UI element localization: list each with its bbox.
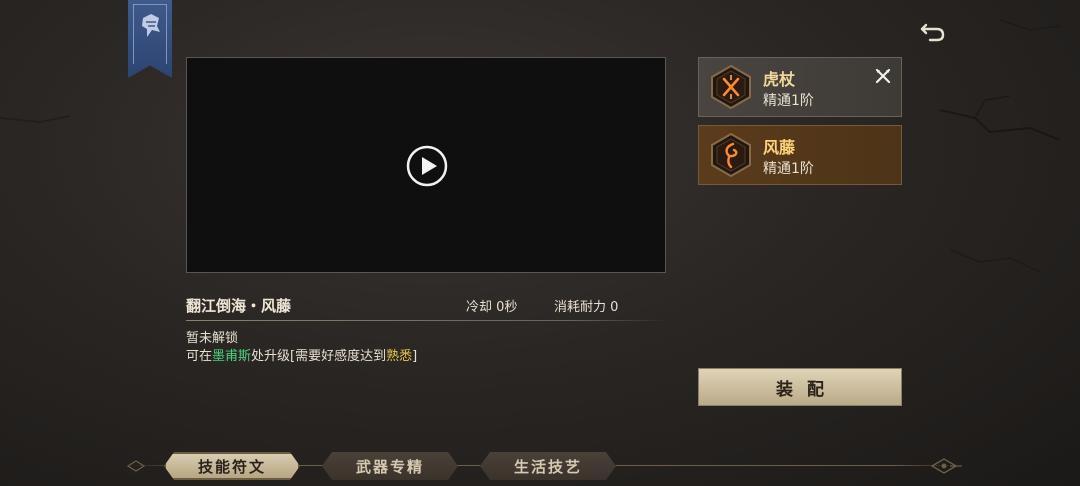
skill-divider bbox=[186, 320, 668, 321]
skill-cooldown: 冷却 0秒 bbox=[466, 300, 518, 315]
spiral-rune-icon bbox=[711, 133, 751, 177]
tab-life-skills[interactable]: 生活技艺 bbox=[480, 452, 616, 480]
weapon-name: 虎杖 bbox=[763, 70, 796, 89]
unlock-suffix: ] bbox=[412, 349, 418, 364]
weapon-card-fengteng[interactable]: 风藤 精通1阶 bbox=[698, 125, 902, 185]
equip-button-label: 装配 bbox=[776, 379, 838, 400]
skill-unlock-condition: 可在墨甫斯处升级[需要好感度达到熟悉] bbox=[186, 345, 417, 364]
weapon-mastery: 精通1阶 bbox=[763, 161, 814, 177]
crossed-rune-icon bbox=[711, 65, 751, 109]
skill-status: 暂未解锁 bbox=[186, 331, 239, 346]
tab-bar-left-ornament bbox=[126, 460, 146, 472]
banner-emblem-icon bbox=[142, 14, 160, 37]
skill-stamina-cost: 消耗耐力 0 bbox=[554, 300, 619, 315]
equipped-crossed-swords-icon bbox=[875, 68, 891, 84]
tab-skill-runes[interactable]: 技能符文 bbox=[164, 452, 300, 480]
unlock-middle: 处升级[需要好感度达到 bbox=[251, 349, 387, 364]
back-arrow-icon[interactable] bbox=[918, 16, 948, 46]
unlock-prefix: 可在 bbox=[186, 349, 213, 364]
weapon-mastery: 精通1阶 bbox=[763, 93, 814, 109]
weapon-name: 风藤 bbox=[763, 138, 796, 157]
equip-button[interactable]: 装配 bbox=[698, 368, 902, 406]
skill-name: 翻江倒海・风藤 bbox=[186, 297, 292, 315]
tab-weapon-mastery[interactable]: 武器专精 bbox=[322, 452, 458, 480]
unlock-favor-level: 熟悉 bbox=[386, 349, 413, 364]
weapon-card-huzhang[interactable]: 虎杖 精通1阶 bbox=[698, 57, 902, 117]
unlock-npc-name[interactable]: 墨甫斯 bbox=[212, 349, 251, 364]
tab-bar-end-ornament bbox=[930, 458, 962, 474]
skill-video-preview[interactable] bbox=[186, 57, 666, 273]
play-circle-icon[interactable] bbox=[406, 145, 448, 187]
